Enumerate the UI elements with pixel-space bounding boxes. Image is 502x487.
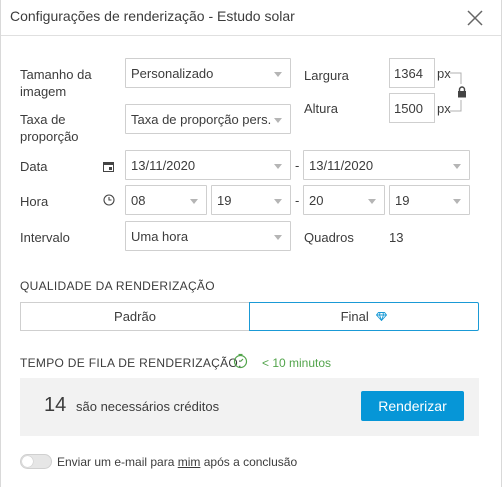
frames-value: 13: [389, 230, 404, 245]
credits-panel: 14 são necessários créditos Renderizar: [20, 378, 479, 436]
interval-select[interactable]: Uma hora: [125, 221, 291, 251]
height-value: 1500: [394, 101, 423, 116]
calendar-icon: [103, 160, 114, 175]
dialog-title: Configurações de renderização - Estudo s…: [10, 8, 295, 24]
lock-icon[interactable]: [457, 86, 467, 101]
quality-section-title: QUALIDADE DA RENDERIZAÇÃO: [20, 279, 215, 293]
close-icon[interactable]: [465, 8, 485, 28]
start-date-value: 13/11/2020: [131, 158, 196, 173]
chevron-down-icon: [274, 235, 282, 240]
diamond-icon: [376, 312, 388, 322]
interval-value: Uma hora: [131, 229, 189, 244]
start-hour-select[interactable]: 08: [125, 185, 207, 215]
chevron-down-icon: [274, 72, 282, 77]
quality-final-button[interactable]: Final: [249, 302, 479, 331]
end-hour-value: 20: [309, 193, 324, 208]
image-size-select[interactable]: Personalizado: [125, 58, 291, 88]
end-minute-select[interactable]: 19: [389, 185, 470, 215]
aspect-ratio-label-line2: proporção: [20, 129, 79, 144]
email-notification-label: Enviar um e-mail para mim após a conclus…: [57, 455, 297, 469]
email-text-link: mim: [177, 455, 201, 469]
end-date-value: 13/11/2020: [309, 158, 374, 173]
width-input[interactable]: 1364: [389, 58, 435, 88]
image-size-value: Personalizado: [131, 66, 214, 81]
end-minute-value: 19: [395, 193, 410, 208]
render-button[interactable]: Renderizar: [361, 391, 464, 421]
quality-toggle: Padrão Final: [20, 302, 479, 331]
email-notification-toggle[interactable]: [20, 454, 52, 469]
width-label: Largura: [304, 68, 349, 83]
end-hour-select[interactable]: 20: [303, 185, 385, 215]
end-date-input[interactable]: 13/11/2020: [303, 150, 470, 180]
chevron-down-icon: [453, 164, 461, 169]
render-settings-dialog: Configurações de renderização - Estudo s…: [0, 0, 502, 487]
quality-final-label: Final: [340, 309, 369, 324]
chevron-down-icon: [274, 118, 282, 123]
chevron-down-icon: [190, 199, 198, 204]
quality-standard-label: Padrão: [114, 309, 156, 324]
clock-icon: [103, 194, 115, 209]
date-separator: -: [295, 158, 300, 173]
start-date-input[interactable]: 13/11/2020: [125, 150, 291, 180]
start-hour-value: 08: [131, 193, 146, 208]
queue-time-value: < 10 minutos: [262, 356, 332, 370]
interval-label: Intervalo: [20, 230, 70, 245]
image-size-label-line2: imagem: [20, 84, 67, 99]
height-label: Altura: [304, 101, 338, 116]
aspect-ratio-label: Taxa de proporção: [20, 111, 79, 145]
chevron-down-icon: [368, 199, 376, 204]
aspect-ratio-label-line1: Taxa de: [20, 112, 66, 127]
chevron-down-icon: [274, 199, 282, 204]
credits-count: 14: [44, 394, 67, 416]
toggle-knob: [22, 456, 33, 467]
credits-text: são necessários créditos: [76, 399, 220, 414]
time-separator: -: [295, 193, 300, 208]
aspect-ratio-value: Taxa de proporção pers...: [131, 112, 271, 127]
image-size-label-line1: Tamanho da: [20, 67, 92, 82]
timer-icon: [233, 353, 248, 372]
width-value: 1364: [394, 66, 423, 81]
dialog-header: Configurações de renderização - Estudo s…: [1, 0, 501, 36]
email-text-after: após a conclusão: [200, 455, 298, 469]
height-unit: px: [437, 101, 451, 116]
chevron-down-icon: [274, 164, 282, 169]
start-minute-value: 19: [217, 193, 232, 208]
queue-time-label: TEMPO DE FILA DE RENDERIZAÇÃO:: [20, 356, 242, 370]
start-minute-select[interactable]: 19: [211, 185, 291, 215]
quality-standard-button[interactable]: Padrão: [20, 302, 249, 331]
height-input[interactable]: 1500: [389, 93, 435, 123]
email-text-before: Enviar um e-mail para: [57, 455, 178, 469]
date-label: Data: [20, 159, 48, 174]
chevron-down-icon: [453, 199, 461, 204]
frames-label: Quadros: [304, 230, 354, 245]
image-size-label: Tamanho da imagem: [20, 66, 92, 100]
time-label: Hora: [20, 194, 49, 209]
aspect-ratio-select[interactable]: Taxa de proporção pers...: [125, 104, 291, 134]
